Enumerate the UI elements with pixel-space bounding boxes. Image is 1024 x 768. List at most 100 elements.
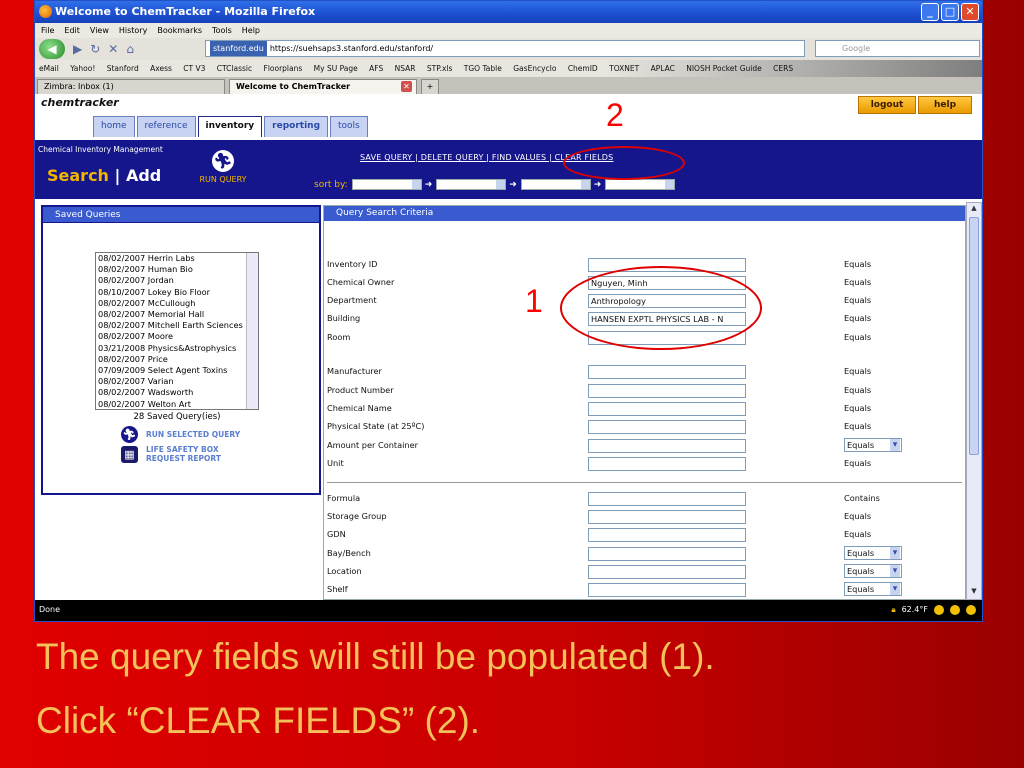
- unit-field[interactable]: [588, 457, 746, 471]
- bookmark-item[interactable]: TGO Table: [464, 64, 502, 73]
- bookmark-item[interactable]: APLAC: [651, 64, 675, 73]
- bookmark-item[interactable]: AFS: [369, 64, 383, 73]
- tab-reporting[interactable]: reporting: [264, 116, 329, 137]
- list-item[interactable]: 08/02/2007 Herrin Labs: [98, 253, 258, 264]
- bookmark-item[interactable]: CTClassic: [217, 64, 252, 73]
- run-person-icon: 🏃︎: [121, 426, 138, 443]
- menu-history[interactable]: History: [119, 23, 147, 38]
- app-tabs: home reference inventory reporting tools: [93, 116, 368, 137]
- bookmark-item[interactable]: Yahoo!: [70, 64, 95, 73]
- list-item[interactable]: 08/02/2007 McCullough: [98, 298, 258, 309]
- storage-group-field[interactable]: [588, 510, 746, 524]
- address-bar[interactable]: stanford.edu https://suehsaps3.stanford.…: [205, 40, 805, 57]
- home-icon[interactable]: ⌂: [126, 42, 134, 56]
- list-item[interactable]: 03/21/2008 Physics&Astrophysics: [98, 343, 258, 354]
- list-item[interactable]: 08/02/2007 Human Bio: [98, 264, 258, 275]
- bookmark-item[interactable]: GasEncyclo: [513, 64, 556, 73]
- amount-per-container-field[interactable]: [588, 439, 746, 453]
- tab-zimbra[interactable]: Zimbra: Inbox (1): [37, 79, 225, 94]
- chemical-name-field[interactable]: [588, 402, 746, 416]
- bookmark-item[interactable]: My SU Page: [314, 64, 358, 73]
- list-item[interactable]: 08/02/2007 Price: [98, 354, 258, 365]
- sort-select-1[interactable]: [351, 179, 422, 190]
- arrow-right-icon: ➜: [424, 179, 433, 190]
- back-button[interactable]: ◀: [39, 39, 65, 59]
- list-scrollbar[interactable]: [246, 253, 258, 409]
- tab-chemtracker[interactable]: Welcome to ChemTracker ✕: [229, 79, 417, 94]
- menu-edit[interactable]: Edit: [64, 23, 80, 38]
- life-safety-report-button[interactable]: ▦ LIFE SAFETY BOX REQUEST REPORT: [121, 445, 240, 463]
- product-number-field[interactable]: [588, 384, 746, 398]
- list-item[interactable]: 08/10/2007 Lokey Bio Floor: [98, 287, 258, 298]
- close-tab-icon[interactable]: ✕: [401, 81, 412, 92]
- logout-button[interactable]: logout: [858, 96, 916, 114]
- menu-file[interactable]: File: [41, 23, 54, 38]
- sort-by-label: sort by:: [314, 179, 348, 190]
- site-identity-chip[interactable]: stanford.edu: [210, 41, 267, 56]
- operator-select[interactable]: Equals: [844, 438, 902, 452]
- criteria-row: GDN Equals: [327, 528, 977, 542]
- tab-reference[interactable]: reference: [136, 116, 196, 137]
- list-item[interactable]: 07/09/2009 Select Agent Toxins: [98, 365, 258, 376]
- bookmark-item[interactable]: NSAR: [395, 64, 416, 73]
- location-field[interactable]: [588, 565, 746, 579]
- bookmark-item[interactable]: TOXNET: [609, 64, 639, 73]
- maximize-button[interactable]: □: [941, 3, 959, 21]
- bookmark-item[interactable]: Axess: [150, 64, 172, 73]
- operator-text: Equals: [844, 295, 872, 305]
- bay-bench-field[interactable]: [588, 547, 746, 561]
- operator-select[interactable]: Equals: [844, 546, 902, 560]
- menu-bookmarks[interactable]: Bookmarks: [157, 23, 202, 38]
- forward-icon[interactable]: ▶: [73, 42, 82, 56]
- gdn-field[interactable]: [588, 528, 746, 542]
- sort-select-3[interactable]: [520, 179, 591, 190]
- shelf-field[interactable]: [588, 583, 746, 597]
- run-query-button[interactable]: 🏃︎ RUN QUERY: [193, 150, 253, 184]
- run-selected-label: RUN SELECTED QUERY: [146, 430, 241, 439]
- list-item[interactable]: 08/02/2007 Varian: [98, 376, 258, 387]
- operator-select[interactable]: Equals: [844, 582, 902, 596]
- bookmark-item[interactable]: STP.xls: [427, 64, 453, 73]
- run-selected-query-button[interactable]: 🏃︎ RUN SELECTED QUERY: [121, 426, 240, 443]
- manufacturer-field[interactable]: [588, 365, 746, 379]
- sort-select-2[interactable]: [436, 179, 507, 190]
- new-tab-button[interactable]: +: [421, 79, 439, 94]
- stop-icon[interactable]: ✕: [108, 42, 118, 56]
- menu-view[interactable]: View: [90, 23, 109, 38]
- reload-icon[interactable]: ↻: [90, 42, 100, 56]
- tab-home[interactable]: home: [93, 116, 135, 137]
- saved-queries-list[interactable]: 08/02/2007 Herrin Labs 08/02/2007 Human …: [95, 252, 259, 410]
- close-button[interactable]: ✕: [961, 3, 979, 21]
- list-item[interactable]: 08/02/2007 Wadsworth: [98, 387, 258, 398]
- field-label: Chemical Name: [327, 403, 392, 413]
- bookmark-item[interactable]: Floorplans: [264, 64, 303, 73]
- tab-tools[interactable]: tools: [330, 116, 368, 137]
- list-item[interactable]: 08/02/2007 Mitchell Earth Sciences: [98, 320, 258, 331]
- bookmark-item[interactable]: Stanford: [107, 64, 139, 73]
- bookmark-item[interactable]: eMail: [39, 64, 59, 73]
- menu-tools[interactable]: Tools: [212, 23, 232, 38]
- help-button[interactable]: help: [918, 96, 972, 114]
- menu-help[interactable]: Help: [242, 23, 260, 38]
- physical-state-field[interactable]: [588, 420, 746, 434]
- list-item[interactable]: 08/02/2007 Welton Art: [98, 399, 258, 409]
- list-item[interactable]: 08/02/2007 Memorial Hall: [98, 309, 258, 320]
- tab-strip: Zimbra: Inbox (1) Welcome to ChemTracker…: [35, 77, 982, 94]
- search-box[interactable]: Google: [815, 40, 980, 57]
- arrow-right-icon: ➜: [593, 179, 602, 190]
- list-item[interactable]: 08/02/2007 Jordan: [98, 275, 258, 286]
- list-item[interactable]: 08/02/2007 Moore: [98, 331, 258, 342]
- bookmark-item[interactable]: ChemID: [568, 64, 598, 73]
- add-link[interactable]: Add: [126, 166, 161, 185]
- bookmark-item[interactable]: CERS: [773, 64, 793, 73]
- page-content: chemtracker home reference inventory rep…: [35, 94, 982, 600]
- formula-field[interactable]: [588, 492, 746, 506]
- bookmark-item[interactable]: CT V3: [183, 64, 205, 73]
- tab-inventory[interactable]: inventory: [197, 116, 263, 137]
- scroll-up-icon[interactable]: ▲: [969, 204, 979, 215]
- search-link[interactable]: Search: [47, 166, 109, 185]
- minimize-button[interactable]: _: [921, 3, 939, 21]
- bookmark-item[interactable]: NIOSH Pocket Guide: [686, 64, 762, 73]
- operator-select[interactable]: Equals: [844, 564, 902, 578]
- sort-select-4[interactable]: [605, 179, 676, 190]
